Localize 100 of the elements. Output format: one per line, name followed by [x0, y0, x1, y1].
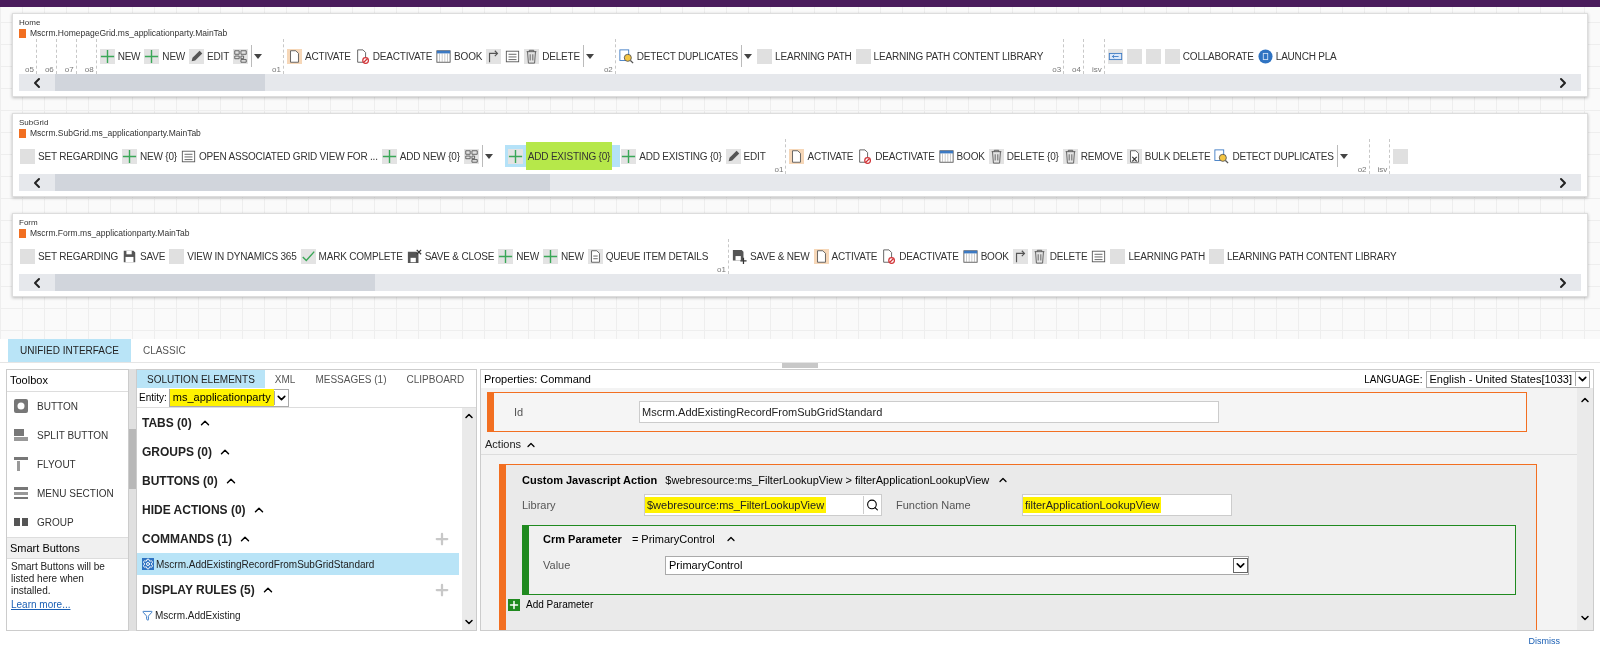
- ribbon-button[interactable]: OPEN ASSOCIATED GRID VIEW FOR ...: [179, 145, 381, 167]
- horizontal-scrollbar[interactable]: [19, 74, 1581, 91]
- ribbon-button[interactable]: SAVE: [121, 245, 169, 267]
- ribbon-button[interactable]: VIEW IN DYNAMICS 365: [168, 245, 300, 267]
- pane-title: Properties: Command: [484, 371, 591, 387]
- ribbon-button[interactable]: ADD EXISTING {0}: [504, 145, 621, 167]
- ribbon-button[interactable]: SET REGARDING: [19, 245, 121, 267]
- ribbon-button[interactable]: LEARNING PATH CONTENT LIBRARY: [854, 45, 1047, 67]
- dropdown-caret-button[interactable]: [1336, 145, 1350, 167]
- dropdown-caret-button[interactable]: [481, 145, 495, 167]
- splitter-handle[interactable]: [782, 363, 818, 368]
- ribbon-button[interactable]: ACTIVATE: [788, 145, 857, 167]
- vertical-scrollbar[interactable]: [462, 408, 476, 630]
- entity-label: Entity:: [139, 391, 167, 405]
- solution-item[interactable]: Mscrm.AddExisting: [137, 604, 459, 626]
- ribbon-button[interactable]: BOOK: [937, 145, 988, 167]
- toolbox-item[interactable]: MENU SECTION: [7, 478, 128, 508]
- ribbon-button[interactable]: BULK DELETE: [1125, 145, 1214, 167]
- ribbon-button[interactable]: DETECT DUPLICATES: [617, 45, 742, 67]
- ribbon-button[interactable]: BOOK: [435, 45, 486, 67]
- section-header[interactable]: TABS (0): [142, 413, 192, 432]
- add-parameter-link[interactable]: Add Parameter: [526, 597, 594, 612]
- ribbon-button[interactable]: NEW: [143, 45, 189, 67]
- toolbox-item[interactable]: SPLIT BUTTON: [7, 420, 128, 450]
- toolbox-item[interactable]: BUTTON: [7, 391, 128, 421]
- calendar-icon: [962, 248, 978, 264]
- ribbon-button[interactable]: DELETE: [1030, 245, 1091, 267]
- ribbon-button[interactable]: ACTIVATE: [286, 45, 354, 67]
- ribbon-button[interactable]: EDIT: [188, 45, 233, 67]
- pane-tab[interactable]: CLIPBOARD: [396, 370, 475, 388]
- toolbox-item[interactable]: GROUP: [7, 507, 128, 537]
- plus-icon: [144, 48, 160, 64]
- ribbon-button[interactable]: EDIT: [724, 145, 769, 167]
- learn-more-link[interactable]: Learn more...: [7, 597, 128, 612]
- dropdown-caret-button[interactable]: [251, 45, 265, 67]
- ribbon-button[interactable]: SAVE & NEW: [731, 245, 813, 267]
- pane-tab[interactable]: SOLUTION ELEMENTS: [137, 370, 265, 388]
- search-icon[interactable]: [863, 496, 881, 514]
- ribbon-button[interactable]: DETECT DUPLICATES: [1213, 145, 1337, 167]
- value-select[interactable]: PrimaryControl: [665, 556, 1249, 575]
- section-header[interactable]: COMMANDS (1): [142, 529, 232, 548]
- add-icon[interactable]: [508, 598, 520, 611]
- horizontal-scrollbar[interactable]: [19, 274, 1581, 291]
- vertical-scrollbar[interactable]: [1577, 388, 1593, 630]
- pane-tab[interactable]: XML: [264, 370, 306, 388]
- ribbon-button[interactable]: BOOK: [961, 245, 1012, 267]
- ribbon-button[interactable]: NEW: [497, 245, 543, 267]
- ribbon-button[interactable]: DELETE {0}: [987, 145, 1062, 167]
- menu-section-icon: [13, 485, 29, 501]
- section-header[interactable]: GROUPS (0): [142, 442, 212, 461]
- ribbon-button[interactable]: MARK COMPLETE: [299, 245, 406, 267]
- section-header[interactable]: HIDE ACTIONS (0): [142, 500, 246, 519]
- scroll-thumb[interactable]: [55, 274, 375, 291]
- ribbon-button[interactable]: DEACTIVATE: [353, 45, 436, 67]
- ribbon-button[interactable]: SAVE & CLOSE: [405, 245, 498, 267]
- pane-tab[interactable]: MESSAGES (1): [305, 370, 397, 388]
- text-field[interactable]: $webresource:ms_FilterLookupView: [644, 494, 882, 516]
- dropdown-caret-button[interactable]: [582, 45, 596, 67]
- ribbon-button[interactable]: ADD NEW {0}: [380, 145, 463, 167]
- ribbon-button[interactable]: ADD EXISTING {0}: [620, 145, 725, 167]
- ribbon-button[interactable]: DEACTIVATE: [880, 245, 962, 267]
- entity-select[interactable]: ms_applicationparty: [168, 388, 289, 407]
- vertical-scrollbar[interactable]: [129, 369, 136, 631]
- ribbon-button[interactable]: LEARNING PATH CONTENT LIBRARY: [1207, 245, 1400, 267]
- scroll-thumb[interactable]: [55, 174, 550, 191]
- group-label: o5: [25, 66, 34, 75]
- document-icon: [789, 148, 805, 164]
- ribbon-button[interactable]: DEACTIVATE: [856, 145, 938, 167]
- ribbon-button[interactable]: LAUNCH PLA: [1256, 45, 1340, 67]
- ribbon-button[interactable]: DELETE: [523, 45, 583, 67]
- ribbon-title: SubGrid: [19, 118, 49, 128]
- ribbon-button[interactable]: NEW: [98, 45, 144, 67]
- ribbon-button[interactable]: NEW {0}: [121, 145, 180, 167]
- ribbon-button[interactable]: REMOVE: [1061, 145, 1126, 167]
- ribbon-button[interactable]: LEARNING PATH: [756, 45, 855, 67]
- solution-item[interactable]: Mscrm.AddExistingRecordFromSubGridStandard: [137, 553, 459, 575]
- language-select[interactable]: English - United States[1033]: [1425, 370, 1590, 388]
- flyout-icon: [13, 456, 29, 472]
- toolbox-item[interactable]: FLYOUT: [7, 449, 128, 479]
- ribbon-button[interactable]: QUEUE ITEM DETAILS: [586, 245, 712, 267]
- placeholder-icon: [1208, 248, 1224, 264]
- section-header[interactable]: BUTTONS (0): [142, 471, 218, 490]
- dropdown-caret-button[interactable]: [741, 45, 755, 67]
- ribbon-button[interactable]: COLLABORATE: [1163, 45, 1257, 67]
- text-field[interactable]: Mscrm.AddExistingRecordFromSubGridStandard: [639, 401, 1219, 423]
- document-blocked-icon: [857, 148, 873, 164]
- horizontal-scrollbar[interactable]: [19, 174, 1581, 191]
- scroll-thumb[interactable]: [55, 74, 265, 91]
- placeholder-icon: [1393, 148, 1409, 164]
- ribbon-button[interactable]: ACTIVATE: [812, 245, 881, 267]
- ribbon-button[interactable]: LEARNING PATH: [1109, 245, 1208, 267]
- section-header[interactable]: Actions: [485, 436, 522, 453]
- section-header[interactable]: DISPLAY RULES (5): [142, 580, 255, 599]
- ribbon-button[interactable]: SET REGARDING: [19, 145, 121, 167]
- text-field[interactable]: filterApplicationLookupView: [1022, 494, 1232, 516]
- ribbon-button[interactable]: NEW: [542, 245, 587, 267]
- dismiss-link[interactable]: Dismiss: [1528, 635, 1560, 649]
- scroll-thumb[interactable]: [129, 429, 136, 489]
- view-tab[interactable]: UNIFIED INTERFACE: [8, 339, 131, 362]
- view-tab[interactable]: CLASSIC: [130, 339, 198, 362]
